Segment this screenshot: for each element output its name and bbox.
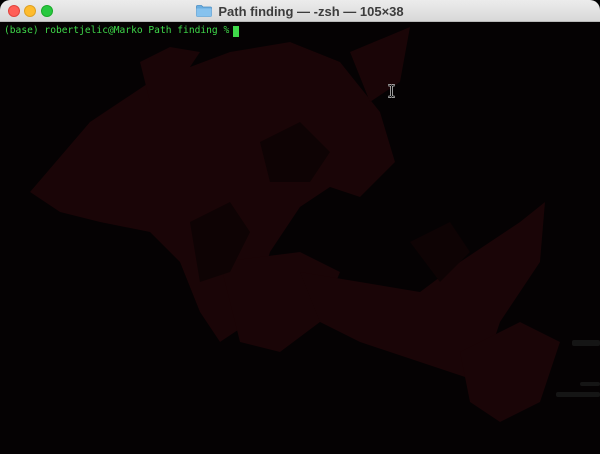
ibeam-cursor-icon [387,84,396,98]
terminal-window: Path finding — -zsh — 105×38 (base) robe… [0,0,600,454]
prompt-line: (base) robertjelic@Marko Path finding % [4,25,240,37]
folder-icon [196,5,213,17]
title-bar[interactable]: Path finding — -zsh — 105×38 [0,0,600,22]
window-title: Path finding — -zsh — 105×38 [218,3,404,19]
text-cursor [233,25,240,37]
prompt-text: (base) robertjelic@Marko Path finding % [4,25,230,36]
window-title-group: Path finding — -zsh — 105×38 [0,0,600,22]
terminal-content[interactable]: (base) robertjelic@Marko Path finding % [0,22,600,454]
background-artwork [30,27,600,422]
